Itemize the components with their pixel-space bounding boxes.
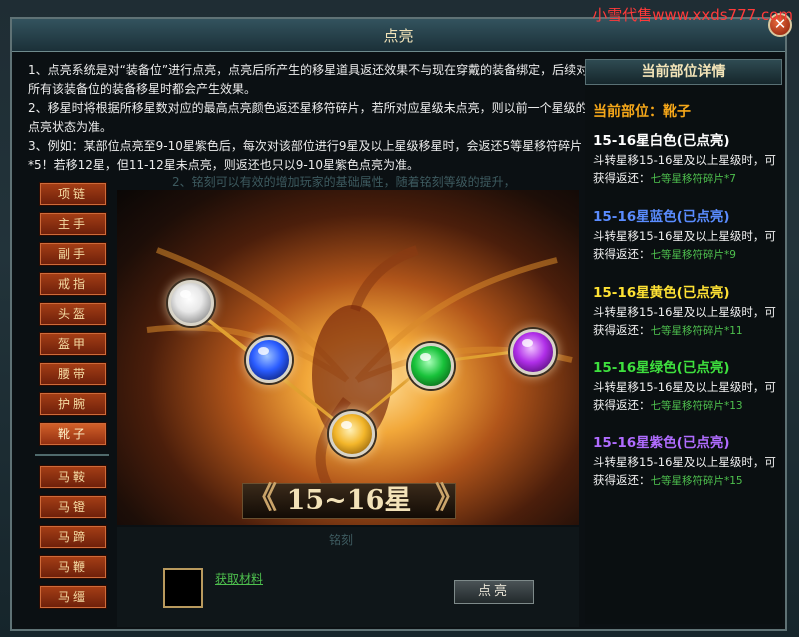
tier-reward: 七等星移符碎片*13 [650,400,743,412]
slot-helmet[interactable]: 头盔 [39,302,107,326]
light-up-button[interactable]: 点亮 [454,580,534,604]
background-faint-button: 铭刻 [329,533,354,547]
tier-reward: 七等星移符碎片*11 [650,325,743,337]
light-up-dialog: 点亮 ✕ 1、点亮系统是对“装备位”进行点亮，点亮后所产生的移星道具返还效果不与… [10,13,792,631]
tier-title: 15-16星紫色(已点亮) [593,435,730,451]
slot-boots[interactable]: 靴子 [39,422,107,446]
phoenix-scene: 15~16星 《 》 [117,190,579,525]
instruction-line-3: 3、例如：某部位点亮至9-10星紫色后，每次对该部位进行9星及以上星级移星时，会… [28,139,583,172]
tier-green: 15-16星绿色(已点亮) 斗转星移15-16星及以上星级时，可获得返还：七等星… [593,356,780,415]
slot-horseshoe[interactable]: 马蹄 [39,525,107,549]
background-faint-text: 2、铭刻可以有效的增加玩家的基础属性，随着铭刻等级的提升， [172,175,516,189]
prev-star-arrow-icon[interactable]: 《 [247,479,277,519]
slot-ring[interactable]: 戒指 [39,272,107,296]
tier-title: 15-16星白色(已点亮) [593,133,730,149]
slot-necklace[interactable]: 项链 [39,182,107,206]
next-star-arrow-icon[interactable]: 》 [435,479,465,519]
current-part: 当前部位：靴子 [593,104,691,120]
slot-armor[interactable]: 盔甲 [39,332,107,356]
dialog-title: 点亮 [383,27,414,45]
slot-stirrup[interactable]: 马镫 [39,495,107,519]
slot-divider [35,454,109,456]
slot-whip[interactable]: 马鞭 [39,555,107,579]
slot-belt[interactable]: 腰带 [39,362,107,386]
part-detail-panel: 当前部位详情 当前部位：靴子 15-16星白色(已点亮) 斗转星移15-16星及… [585,59,782,624]
tier-blue: 15-16星蓝色(已点亮) 斗转星移15-16星及以上星级时，可获得返还：七等星… [593,205,780,264]
gem-green[interactable] [408,343,454,389]
material-slot[interactable] [163,568,203,608]
instruction-line-1: 1、点亮系统是对“装备位”进行点亮，点亮后所产生的移星道具返还效果不与现在穿戴的… [28,63,589,96]
bottom-bar: 铭刻 获取材料 点亮 [117,527,579,627]
instructions: 1、点亮系统是对“装备位”进行点亮，点亮后所产生的移星道具返还效果不与现在穿戴的… [28,61,594,175]
tier-title: 15-16星黄色(已点亮) [593,285,730,301]
gem-blue[interactable] [246,337,292,383]
tier-title: 15-16星蓝色(已点亮) [593,209,730,225]
tier-purple: 15-16星紫色(已点亮) 斗转星移15-16星及以上星级时，可获得返还：七等星… [593,431,780,490]
panel-header: 当前部位详情 [585,59,782,85]
tier-title: 15-16星绿色(已点亮) [593,360,730,376]
gem-purple[interactable] [510,329,556,375]
tier-white: 15-16星白色(已点亮) 斗转星移15-16星及以上星级时，可获得返还：七等星… [593,129,780,188]
gem-yellow[interactable] [329,411,375,457]
slot-off-hand[interactable]: 副手 [39,242,107,266]
slot-main-hand[interactable]: 主手 [39,212,107,236]
slot-saddle[interactable]: 马鞍 [39,465,107,489]
tier-reward: 七等星移符碎片*15 [650,475,743,487]
tier-yellow: 15-16星黄色(已点亮) 斗转星移15-16星及以上星级时，可获得返还：七等星… [593,281,780,340]
slot-rein[interactable]: 马缰 [39,585,107,609]
gem-white[interactable] [168,280,214,326]
get-material-link[interactable]: 获取材料 [215,570,263,587]
watermark: 小雪代售www.xxds777.com [592,6,793,24]
tier-reward: 七等星移符碎片*9 [650,249,736,261]
slot-bracer[interactable]: 护腕 [39,392,107,416]
instruction-line-2: 2、移星时将根据所移星数对应的最高点亮颜色返还星移符碎片，若所对应星级未点亮，则… [28,101,588,134]
tier-reward: 七等星移符碎片*7 [650,173,736,185]
